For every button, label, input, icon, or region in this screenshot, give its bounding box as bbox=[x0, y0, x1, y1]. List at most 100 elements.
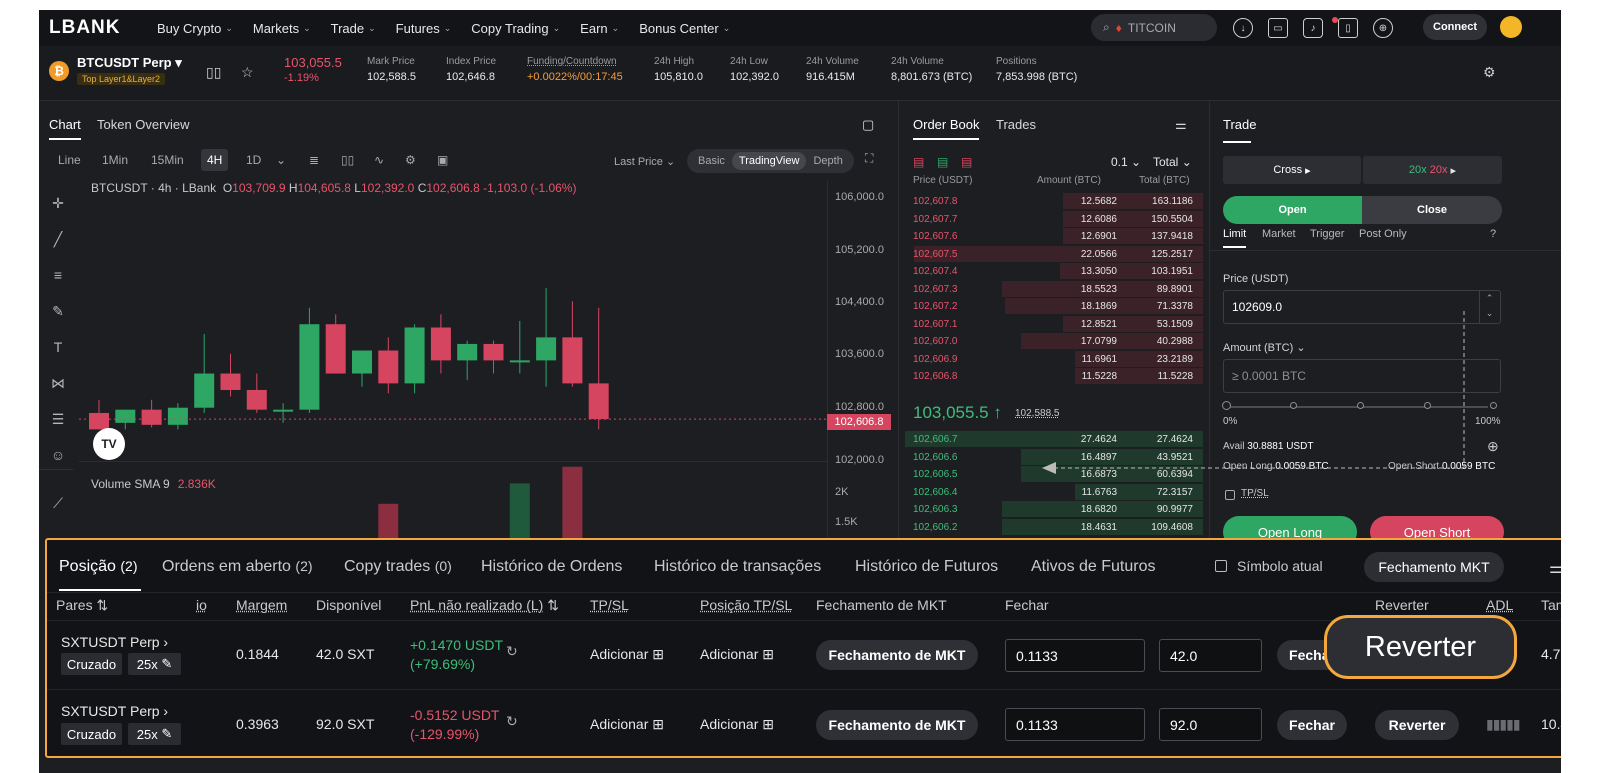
nav-futures[interactable]: Futures ⌄ bbox=[396, 21, 452, 36]
ask-row[interactable]: 102,607.6 12.6901 137.9418 bbox=[899, 228, 1203, 245]
ask-row[interactable]: 102,607.4 13.3050 103.1951 bbox=[899, 263, 1203, 280]
row2-reverse-button[interactable]: Reverter bbox=[1375, 710, 1459, 740]
reverse-button-highlighted[interactable]: Reverter bbox=[1324, 615, 1517, 679]
nav-bonus-center[interactable]: Bonus Center ⌄ bbox=[639, 21, 730, 36]
row1-close-price-input[interactable]: 0.1133 bbox=[1005, 639, 1145, 672]
row1-tpsl-add[interactable]: Adicionar ⊞ bbox=[590, 646, 664, 663]
ask-row[interactable]: 102,607.7 12.6086 150.5504 bbox=[899, 210, 1203, 228]
book-both-icon[interactable]: ▤ bbox=[913, 155, 924, 169]
settings-icon[interactable]: ⚙ bbox=[1483, 64, 1496, 81]
timeframe-1d[interactable]: 1D bbox=[246, 153, 261, 167]
ask-row[interactable]: 102,607.3 18.5523 89.8901 bbox=[899, 280, 1203, 298]
tab-positions[interactable]: Posição (2) bbox=[59, 558, 138, 576]
tab-chart[interactable]: Chart bbox=[49, 117, 81, 140]
row2-margin-mode[interactable]: Cruzado bbox=[61, 723, 122, 745]
logo[interactable]: LBANK bbox=[49, 17, 157, 39]
row2-mkt-close-button[interactable]: Fechamento de MKT bbox=[816, 710, 978, 740]
row2-position-tpsl-add[interactable]: Adicionar ⊞ bbox=[700, 716, 774, 733]
order-type-post-only[interactable]: Post Only bbox=[1359, 228, 1407, 240]
star-icon[interactable]: ☆ bbox=[241, 64, 254, 81]
pattern-icon[interactable]: ⋈ bbox=[49, 374, 67, 392]
total-selector[interactable]: Total ⌄ bbox=[1153, 155, 1192, 169]
bid-row[interactable]: 102,606.3 18.6820 90.9977 bbox=[899, 501, 1203, 518]
timeframe-15min[interactable]: 15Min bbox=[151, 153, 184, 167]
timeframe-1min[interactable]: 1Min bbox=[102, 153, 128, 167]
open-tab[interactable]: Open bbox=[1223, 196, 1362, 224]
filter-icon[interactable]: ⚌ bbox=[1175, 117, 1187, 133]
chevron-down-icon[interactable]: ⌄ bbox=[276, 153, 286, 167]
order-type-trigger[interactable]: Trigger bbox=[1310, 228, 1344, 240]
trendline-icon[interactable]: ╱ bbox=[49, 230, 67, 248]
current-symbol-checkbox[interactable] bbox=[1215, 560, 1227, 572]
row1-pair[interactable]: SXTUSDT Perp › bbox=[61, 634, 168, 650]
nav-markets[interactable]: Markets ⌄ bbox=[253, 21, 311, 36]
margin-mode-button[interactable]: Cross ▸ bbox=[1223, 156, 1361, 184]
tab-token-overview[interactable]: Token Overview bbox=[97, 117, 189, 132]
tab-copy-trades[interactable]: Copy trades (0) bbox=[344, 558, 452, 576]
nav-earn[interactable]: Earn ⌄ bbox=[580, 21, 619, 36]
symbol-selector[interactable]: BTCUSDT Perp ▾ bbox=[77, 55, 182, 71]
ask-row[interactable]: 102,607.5 22.0566 125.2517 bbox=[899, 245, 1203, 263]
globe-icon[interactable]: ⊕ bbox=[1373, 18, 1393, 38]
book-bids-icon[interactable]: ▤ bbox=[937, 155, 948, 169]
row2-tpsl-add[interactable]: Adicionar ⊞ bbox=[590, 716, 664, 733]
col-unrealized-pnl[interactable]: PnL não realizado (L) ⇅ bbox=[410, 597, 559, 614]
bid-row[interactable]: 102,606.4 11.6763 72.3157 bbox=[899, 483, 1203, 501]
maximize-icon[interactable]: ▢ bbox=[862, 117, 874, 133]
nav-copy-trading[interactable]: Copy Trading ⌄ bbox=[471, 21, 560, 36]
bid-row[interactable]: 102,606.2 18.4631 109.4608 bbox=[899, 518, 1203, 536]
row1-margin-mode[interactable]: Cruzado bbox=[61, 653, 122, 675]
gear-icon[interactable]: ⚙ bbox=[405, 153, 416, 167]
ask-row[interactable]: 102,607.8 12.5682 163.1186 bbox=[899, 193, 1203, 210]
nav-trade[interactable]: Trade ⌄ bbox=[331, 21, 376, 36]
row2-leverage[interactable]: 25x ✎ bbox=[128, 723, 181, 745]
order-type-limit[interactable]: Limit bbox=[1223, 228, 1247, 248]
book-asks-icon[interactable]: ▤ bbox=[961, 155, 972, 169]
col-pairs[interactable]: Pares ⇅ bbox=[56, 597, 108, 614]
row1-mkt-close-button[interactable]: Fechamento de MKT bbox=[816, 640, 978, 670]
tab-trades[interactable]: Trades bbox=[996, 117, 1036, 132]
row2-close-qty-input[interactable]: 92.0 bbox=[1159, 708, 1262, 741]
chart-line-icon[interactable]: ∿ bbox=[374, 153, 384, 167]
tab-open-orders[interactable]: Ordens em aberto (2) bbox=[162, 558, 313, 576]
avatar[interactable] bbox=[1500, 16, 1522, 38]
row2-close-button[interactable]: Fechar bbox=[1277, 710, 1347, 740]
emoji-icon[interactable]: ☺ bbox=[49, 446, 67, 464]
connect-button[interactable]: Connect bbox=[1423, 14, 1487, 40]
close-tab[interactable]: Close bbox=[1362, 196, 1502, 224]
order-type-market[interactable]: Market bbox=[1262, 228, 1296, 240]
precision-selector[interactable]: 0.1 ⌄ bbox=[1111, 155, 1141, 169]
candle-type-icon[interactable]: ▯▯ bbox=[341, 153, 354, 167]
bell-icon[interactable]: ♪ bbox=[1303, 18, 1323, 38]
tab-futures-assets[interactable]: Ativos de Futuros bbox=[1031, 558, 1156, 576]
search-input[interactable]: ⌕ ♦ TITCOIN bbox=[1091, 14, 1217, 41]
mode-basic[interactable]: Basic bbox=[691, 152, 732, 170]
timeframe-4h[interactable]: 4H bbox=[201, 149, 229, 171]
stat-funding[interactable]: Funding/Countdown +0.0022%/00:17:45 bbox=[527, 56, 623, 83]
text-icon[interactable]: T bbox=[49, 338, 67, 356]
wallet-icon[interactable]: ▭ bbox=[1268, 18, 1288, 38]
category-tag[interactable]: Top Layer1&Layer2 bbox=[77, 73, 166, 85]
mode-depth[interactable]: Depth bbox=[806, 152, 849, 170]
row1-close-qty-input[interactable]: 42.0 bbox=[1159, 639, 1262, 672]
tradingview-logo[interactable]: TV bbox=[93, 428, 125, 460]
leverage-button[interactable]: 20x 20x ▸ bbox=[1363, 156, 1502, 184]
fullscreen-icon[interactable]: ⛶ bbox=[865, 151, 873, 166]
timeframe-line[interactable]: Line bbox=[58, 153, 81, 167]
tab-transaction-history[interactable]: Histórico de transações bbox=[654, 558, 821, 576]
help-icon[interactable]: ? bbox=[1490, 228, 1496, 240]
horizontal-lines-icon[interactable]: ≡ bbox=[49, 266, 67, 284]
camera-icon[interactable]: ▣ bbox=[437, 153, 448, 167]
row1-position-tpsl-add[interactable]: Adicionar ⊞ bbox=[700, 646, 774, 663]
app-download-icon[interactable]: ▯ bbox=[1338, 18, 1358, 38]
close-all-mkt-button[interactable]: Fechamento MKT bbox=[1364, 552, 1504, 582]
tab-order-history[interactable]: Histórico de Ordens bbox=[481, 558, 622, 576]
share-icon[interactable]: ↻ bbox=[506, 643, 518, 660]
brush-icon[interactable]: ✎ bbox=[49, 302, 67, 320]
row2-pair[interactable]: SXTUSDT Perp › bbox=[61, 703, 168, 719]
tab-order-book[interactable]: Order Book bbox=[913, 117, 980, 140]
row1-leverage[interactable]: 25x ✎ bbox=[128, 653, 181, 675]
share-icon[interactable]: ↻ bbox=[506, 713, 518, 730]
nav-buy-crypto[interactable]: Buy Crypto ⌄ bbox=[157, 21, 233, 36]
mode-tradingview[interactable]: TradingView bbox=[731, 152, 807, 170]
